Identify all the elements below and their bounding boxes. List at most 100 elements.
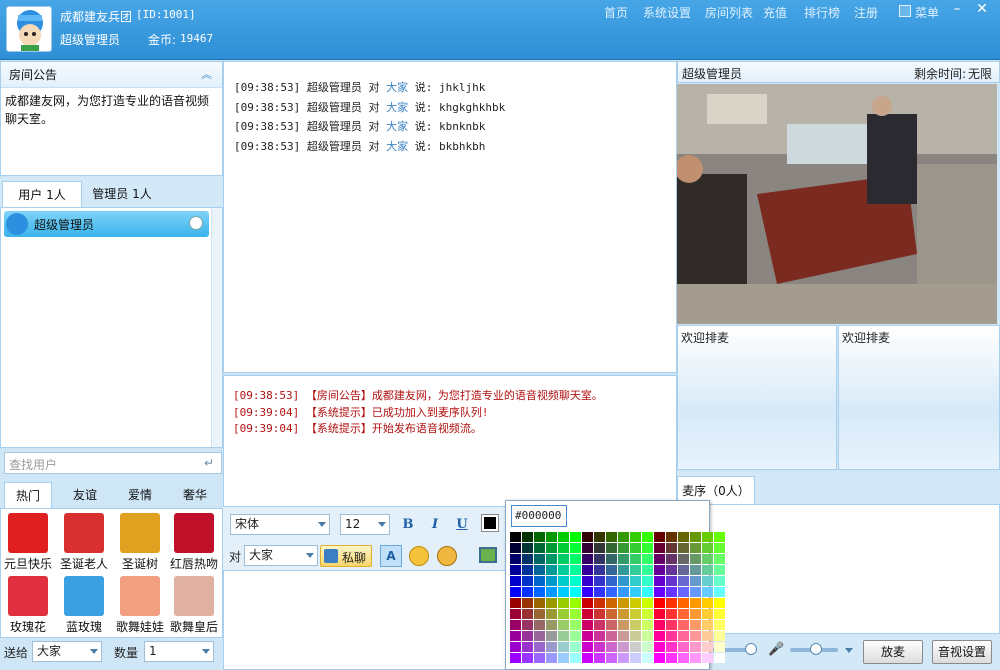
- color-swatch[interactable]: [534, 587, 545, 597]
- color-swatch[interactable]: [594, 532, 605, 542]
- av-settings-button[interactable]: 音视设置: [932, 640, 992, 664]
- color-swatch[interactable]: [570, 587, 581, 597]
- color-swatch[interactable]: [618, 631, 629, 641]
- color-swatch[interactable]: [702, 598, 713, 608]
- color-swatch[interactable]: [690, 587, 701, 597]
- color-swatch[interactable]: [582, 631, 593, 641]
- color-swatch[interactable]: [702, 609, 713, 619]
- color-swatch[interactable]: [510, 598, 521, 608]
- color-swatch[interactable]: [654, 642, 665, 652]
- color-swatch[interactable]: [594, 565, 605, 575]
- camera-icon[interactable]: [189, 216, 203, 230]
- color-swatch[interactable]: [546, 576, 557, 586]
- color-swatch[interactable]: [510, 653, 521, 663]
- color-swatch[interactable]: [570, 642, 581, 652]
- chat-target-select[interactable]: 大家: [244, 545, 318, 566]
- color-swatch[interactable]: [654, 587, 665, 597]
- color-swatch[interactable]: [642, 598, 653, 608]
- color-swatch[interactable]: [558, 631, 569, 641]
- color-swatch[interactable]: [690, 609, 701, 619]
- color-swatch[interactable]: [510, 631, 521, 641]
- nav-room-list[interactable]: 房间列表: [705, 4, 753, 22]
- color-swatch[interactable]: [522, 642, 533, 652]
- color-swatch[interactable]: [654, 543, 665, 553]
- color-swatch[interactable]: [594, 576, 605, 586]
- color-swatch[interactable]: [582, 609, 593, 619]
- color-swatch[interactable]: [702, 565, 713, 575]
- microphone-icon[interactable]: 🎤: [768, 642, 784, 658]
- color-swatch[interactable]: [534, 620, 545, 630]
- tab-admins[interactable]: 管理员 1人: [82, 181, 162, 207]
- color-swatch[interactable]: [570, 565, 581, 575]
- color-swatch[interactable]: [678, 576, 689, 586]
- nav-ranking[interactable]: 排行榜: [804, 4, 840, 22]
- color-swatch[interactable]: [570, 543, 581, 553]
- color-swatch[interactable]: [642, 554, 653, 564]
- color-swatch[interactable]: [714, 598, 725, 608]
- color-swatch[interactable]: [666, 609, 677, 619]
- color-swatch[interactable]: [690, 653, 701, 663]
- color-swatch[interactable]: [678, 598, 689, 608]
- color-swatch[interactable]: [606, 642, 617, 652]
- color-swatch[interactable]: [642, 576, 653, 586]
- list-item[interactable]: 超级管理员: [4, 211, 209, 237]
- color-swatch[interactable]: [546, 620, 557, 630]
- color-swatch[interactable]: [510, 565, 521, 575]
- color-swatch[interactable]: [534, 631, 545, 641]
- font-color-button[interactable]: [481, 514, 499, 532]
- color-swatch[interactable]: [630, 631, 641, 641]
- color-swatch[interactable]: [690, 631, 701, 641]
- color-swatch[interactable]: [714, 631, 725, 641]
- color-swatch[interactable]: [666, 631, 677, 641]
- color-swatch[interactable]: [522, 653, 533, 663]
- color-swatch[interactable]: [582, 554, 593, 564]
- color-swatch[interactable]: [618, 576, 629, 586]
- color-swatch[interactable]: [630, 598, 641, 608]
- color-swatch[interactable]: [570, 631, 581, 641]
- color-swatch[interactable]: [594, 620, 605, 630]
- gift-item[interactable]: 歌舞皇后: [168, 573, 220, 635]
- color-swatch[interactable]: [522, 631, 533, 641]
- color-swatch[interactable]: [582, 532, 593, 542]
- private-chat-button[interactable]: 私聊: [320, 545, 372, 567]
- color-swatch[interactable]: [702, 620, 713, 630]
- color-swatch[interactable]: [630, 587, 641, 597]
- color-swatch[interactable]: [558, 653, 569, 663]
- color-swatch[interactable]: [510, 543, 521, 553]
- color-swatch[interactable]: [618, 620, 629, 630]
- color-swatch[interactable]: [618, 598, 629, 608]
- color-swatch[interactable]: [570, 576, 581, 586]
- color-swatch[interactable]: [558, 598, 569, 608]
- color-swatch[interactable]: [606, 532, 617, 542]
- gift-item[interactable]: 红唇热吻: [168, 510, 220, 572]
- color-swatch[interactable]: [690, 576, 701, 586]
- color-swatch[interactable]: [642, 587, 653, 597]
- color-swatch[interactable]: [510, 642, 521, 652]
- color-swatch[interactable]: [582, 598, 593, 608]
- color-swatch[interactable]: [522, 576, 533, 586]
- color-swatch[interactable]: [630, 609, 641, 619]
- color-swatch[interactable]: [510, 532, 521, 542]
- color-swatch[interactable]: [666, 620, 677, 630]
- color-swatch[interactable]: [654, 631, 665, 641]
- color-swatch[interactable]: [702, 642, 713, 652]
- color-swatch[interactable]: [702, 554, 713, 564]
- color-swatch[interactable]: [690, 565, 701, 575]
- color-swatch[interactable]: [678, 532, 689, 542]
- color-swatch[interactable]: [678, 587, 689, 597]
- color-swatch[interactable]: [606, 620, 617, 630]
- color-swatch[interactable]: [678, 543, 689, 553]
- color-swatch[interactable]: [558, 543, 569, 553]
- color-swatch[interactable]: [618, 543, 629, 553]
- color-swatch[interactable]: [570, 653, 581, 663]
- color-swatch[interactable]: [642, 543, 653, 553]
- gift-item[interactable]: 蓝玫瑰: [58, 573, 110, 635]
- color-swatch[interactable]: [606, 587, 617, 597]
- color-swatch[interactable]: [678, 653, 689, 663]
- color-swatch[interactable]: [606, 631, 617, 641]
- color-swatch[interactable]: [630, 642, 641, 652]
- color-swatch[interactable]: [558, 620, 569, 630]
- color-swatch[interactable]: [666, 543, 677, 553]
- color-hex-input[interactable]: #000000: [511, 505, 567, 527]
- color-swatch[interactable]: [630, 576, 641, 586]
